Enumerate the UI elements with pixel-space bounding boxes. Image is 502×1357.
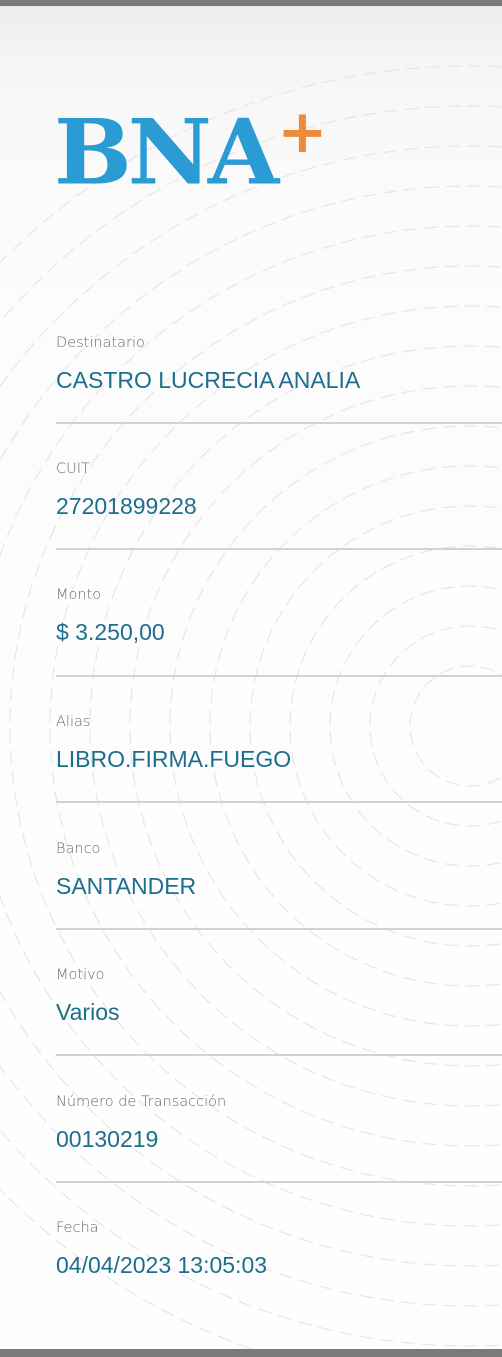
field-alias: Alias LIBRO.FIRMA.FUEGO bbox=[56, 713, 502, 773]
divider bbox=[56, 422, 502, 424]
field-value: Varios bbox=[56, 999, 120, 1025]
field-label: Monto bbox=[56, 587, 102, 603]
field-label: Fecha bbox=[56, 1220, 99, 1236]
divider bbox=[56, 801, 502, 803]
field-value: 04/04/2023 13:05:03 bbox=[56, 1252, 268, 1278]
field-value: $ 3.250,00 bbox=[56, 619, 165, 645]
divider bbox=[56, 1054, 502, 1056]
field-destinatario: Destinatario CASTRO LUCRECIA ANALIA bbox=[56, 334, 502, 394]
field-monto: Monto $ 3.250,00 bbox=[56, 586, 502, 646]
field-cuit: CUIT 27201899228 bbox=[56, 460, 502, 520]
logo-text: BNA bbox=[54, 99, 279, 205]
field-banco: Banco SANTANDER bbox=[56, 840, 502, 900]
divider bbox=[56, 1181, 502, 1183]
divider bbox=[56, 928, 502, 930]
field-value: LIBRO.FIRMA.FUEGO bbox=[56, 746, 292, 772]
divider bbox=[56, 548, 502, 550]
field-label: Alias bbox=[56, 714, 91, 730]
field-value: 27201899228 bbox=[56, 493, 197, 519]
divider bbox=[56, 675, 502, 677]
logo-plus-icon: + bbox=[277, 97, 328, 167]
receipt-screen: BNA + Destinatario CASTRO LUCRECIA ANALI… bbox=[0, 6, 502, 1349]
bna-plus-logo: BNA + bbox=[54, 99, 328, 206]
field-label: Banco bbox=[56, 841, 101, 857]
field-label: Destinatario bbox=[56, 335, 145, 351]
field-label: Motivo bbox=[56, 967, 105, 983]
field-value: CASTRO LUCRECIA ANALIA bbox=[56, 367, 361, 393]
field-label: Número de Transacción bbox=[56, 1094, 227, 1110]
field-numero-transaccion: Número de Transacción 00130219 bbox=[56, 1093, 502, 1153]
field-value: 00130219 bbox=[56, 1126, 159, 1152]
field-fecha: Fecha 04/04/2023 13:05:03 bbox=[56, 1219, 502, 1279]
field-label: CUIT bbox=[56, 461, 90, 477]
field-motivo: Motivo Varios bbox=[56, 966, 502, 1026]
field-value: SANTANDER bbox=[56, 873, 197, 899]
